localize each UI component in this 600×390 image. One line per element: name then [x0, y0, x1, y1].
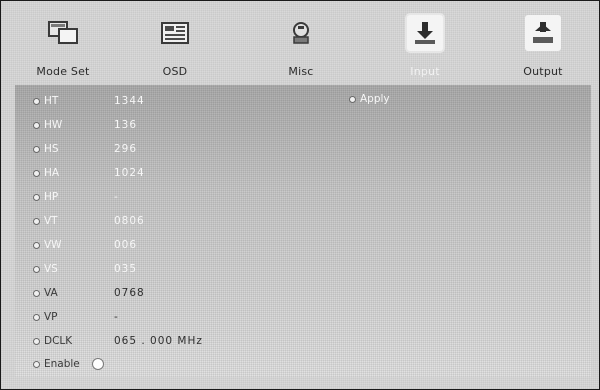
bullet-icon [349, 95, 356, 103]
bullet-icon [33, 217, 40, 225]
timing-row-vt: VT 0806 [33, 213, 145, 229]
timing-value[interactable]: 065 . 000 MHz [114, 335, 203, 347]
timing-row-vw: VW 006 [33, 237, 137, 253]
enable-option: Enable [33, 358, 104, 370]
bullet-icon [33, 121, 40, 129]
mode-set-icon [45, 15, 81, 51]
timing-row-hp: HP - [33, 189, 119, 205]
toolbar: Mode Set OSD Misc Input Output [15, 13, 591, 83]
tool-label: Mode Set [36, 65, 90, 78]
timing-row-hs: HS 296 [33, 141, 137, 157]
enable-label: Enable [44, 358, 80, 370]
timing-value[interactable]: 035 [114, 263, 137, 275]
timing-row-vs: VS 035 [33, 261, 137, 277]
timing-value[interactable]: 0806 [114, 215, 145, 227]
timing-row-va: VA 0768 [33, 285, 145, 301]
timing-row-ht: HT 1344 [33, 93, 145, 109]
tool-label: Misc [288, 65, 314, 78]
bullet-icon [33, 241, 40, 249]
output-icon [525, 15, 561, 51]
timing-value[interactable]: 1024 [114, 167, 145, 179]
tool-mode-set[interactable]: Mode Set [15, 13, 111, 83]
bullet-icon [33, 145, 40, 153]
enable-radio[interactable] [91, 358, 104, 370]
input-timing-panel: HT 1344 HW 136 HS 296 HA 1024 HP - VT 08… [15, 85, 591, 377]
bullet-icon [33, 169, 40, 177]
apply-label: Apply [360, 93, 390, 105]
bullet-icon [33, 97, 40, 105]
timing-row-hw: HW 136 [33, 117, 137, 133]
timing-value[interactable]: 006 [114, 239, 137, 251]
bullet-icon [33, 360, 40, 368]
timing-value[interactable]: - [114, 191, 119, 203]
settings-window: Mode Set OSD Misc Input Output HT 1344 H… [0, 0, 600, 390]
timing-value[interactable]: - [114, 311, 119, 323]
timing-row-ha: HA 1024 [33, 165, 145, 181]
tool-output[interactable]: Output [495, 13, 591, 83]
apply-button[interactable]: Apply [349, 93, 390, 105]
bullet-icon [33, 313, 40, 321]
tool-input[interactable]: Input [377, 13, 473, 83]
osd-icon [157, 15, 193, 51]
timing-value[interactable]: 296 [114, 143, 137, 155]
tool-label: Input [410, 65, 440, 78]
bullet-icon [33, 193, 40, 201]
misc-icon [283, 15, 319, 51]
tool-osd[interactable]: OSD [127, 13, 223, 83]
input-icon [407, 15, 443, 51]
timing-value[interactable]: 136 [114, 119, 137, 131]
timing-row-vp: VP - [33, 309, 119, 325]
tool-label: Output [523, 65, 563, 78]
timing-value[interactable]: 0768 [114, 287, 145, 299]
timing-value[interactable]: 1344 [114, 95, 145, 107]
tool-misc[interactable]: Misc [253, 13, 349, 83]
bullet-icon [33, 265, 40, 273]
bullet-icon [33, 337, 40, 345]
tool-label: OSD [162, 65, 188, 78]
bullet-icon [33, 289, 40, 297]
timing-row-dclk: DCLK 065 . 000 MHz [33, 333, 203, 349]
